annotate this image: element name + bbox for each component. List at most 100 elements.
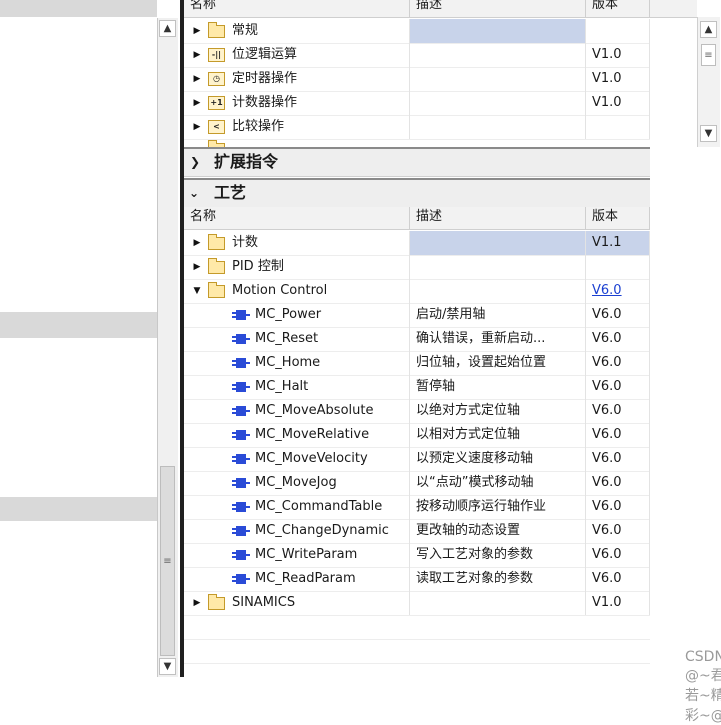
version-cell: V6.0 xyxy=(586,327,650,351)
description-cell xyxy=(410,231,586,255)
function-block-icon xyxy=(232,358,250,368)
tech-tree-row[interactable]: MC_Power 启动/禁用轴 V6.0 xyxy=(184,303,650,328)
tree-label: Motion Control xyxy=(232,283,328,298)
description-cell xyxy=(410,591,586,615)
expand-arrow-icon[interactable]: ▶ xyxy=(190,591,204,615)
column-header-name[interactable]: 名称 xyxy=(184,0,410,17)
tech-tree-row[interactable]: ▶ 计数 V1.1 xyxy=(184,231,650,256)
tree-label: MC_MoveJog xyxy=(255,475,337,490)
expand-arrow-icon[interactable]: ▶ xyxy=(190,231,204,255)
tree-label: 计数器操作 xyxy=(232,95,298,110)
function-block-icon xyxy=(232,478,250,488)
collapse-arrow-icon[interactable]: ▼ xyxy=(190,279,204,303)
version-text[interactable]: V6.0 xyxy=(592,283,622,298)
scroll-down-icon[interactable]: ▼ xyxy=(700,125,717,142)
tree-row-bit-logic[interactable]: ▶ -|| 位逻辑运算 V1.0 xyxy=(184,43,650,68)
tech-tree-row[interactable]: MC_MoveRelative 以相对方式定位轴 V6.0 xyxy=(184,423,650,448)
version-cell: V6.0 xyxy=(586,519,650,543)
folder-icon xyxy=(208,258,225,274)
description-cell: 以相对方式定位轴 xyxy=(410,423,586,447)
expand-arrow-icon[interactable]: ▶ xyxy=(190,19,204,43)
version-text: V6.0 xyxy=(592,307,622,322)
column-header-description[interactable]: 描述 xyxy=(410,0,586,17)
folder-icon xyxy=(208,594,225,610)
section-extended-instructions[interactable]: ❯ 扩展指令 xyxy=(184,147,650,177)
tech-tree-row[interactable]: ▶ SINAMICS V1.0 xyxy=(184,591,650,616)
description-cell xyxy=(410,91,586,115)
tree-row-compare[interactable]: ▶ < 比较操作 xyxy=(184,115,650,140)
tree-label: MC_ChangeDynamic xyxy=(255,523,389,538)
version-cell: V6.0 xyxy=(586,543,650,567)
tech-tree-row[interactable]: ▼ Motion Control V6.0 xyxy=(184,279,650,304)
version-text: V6.0 xyxy=(592,547,622,562)
description-cell xyxy=(410,115,586,139)
tree-row-timer[interactable]: ▶ ◷ 定时器操作 V1.0 xyxy=(184,67,650,92)
expand-arrow-icon[interactable]: ▶ xyxy=(190,43,204,67)
tech-tree-row[interactable]: MC_Halt 暂停轴 V6.0 xyxy=(184,375,650,400)
tech-tree-row[interactable]: MC_ChangeDynamic 更改轴的动态设置 V6.0 xyxy=(184,519,650,544)
column-header-description[interactable]: 描述 xyxy=(410,207,586,229)
tech-tree-row[interactable]: MC_Home 归位轴，设置起始位置 V6.0 xyxy=(184,351,650,376)
tree-label: MC_MoveVelocity xyxy=(255,451,368,466)
section-title: 扩展指令 xyxy=(214,152,279,171)
tree-row-counter[interactable]: ▶ +1 计数器操作 V1.0 xyxy=(184,91,650,116)
tree-label: MC_Power xyxy=(255,307,322,322)
version-cell: V1.0 xyxy=(586,67,650,91)
version-cell xyxy=(586,255,650,279)
version-cell: V1.0 xyxy=(586,43,650,67)
column-header-version[interactable]: 版本 xyxy=(586,207,650,229)
scroll-thumb[interactable]: ≡ xyxy=(160,466,175,656)
version-link[interactable]: V6.0 xyxy=(586,279,650,303)
version-cell: V6.0 xyxy=(586,423,650,447)
scroll-up-icon[interactable]: ▲ xyxy=(159,20,176,37)
tech-tree-row[interactable]: MC_MoveAbsolute 以绝对方式定位轴 V6.0 xyxy=(184,399,650,424)
version-cell xyxy=(586,115,650,139)
tech-tree-row[interactable]: MC_CommandTable 按移动顺序运行轴作业 V6.0 xyxy=(184,495,650,520)
tree-label: 定时器操作 xyxy=(232,71,298,86)
version-cell: V1.0 xyxy=(586,591,650,615)
description-cell: 确认错误，重新启动... xyxy=(410,327,586,351)
version-cell: V6.0 xyxy=(586,567,650,591)
folder-icon xyxy=(208,22,225,38)
tree-label: 位逻辑运算 xyxy=(232,47,298,62)
tech-tree-row[interactable]: MC_ReadParam 读取工艺对象的参数 V6.0 xyxy=(184,567,650,592)
section-technology[interactable]: ⌄ 工艺 xyxy=(184,178,650,208)
description-cell: 按移动顺序运行轴作业 xyxy=(410,495,586,519)
function-block-icon xyxy=(232,574,250,584)
description-cell xyxy=(410,279,586,303)
scroll-thumb[interactable]: ≡ xyxy=(701,44,716,66)
expanded-chevron-icon[interactable]: ⌄ xyxy=(189,180,199,206)
tree-label: 常规 xyxy=(232,23,259,38)
column-header-name[interactable]: 名称 xyxy=(184,207,410,229)
function-block-icon xyxy=(232,334,250,344)
tree-label: PID 控制 xyxy=(232,259,284,274)
version-cell: V6.0 xyxy=(586,351,650,375)
function-block-icon xyxy=(232,430,250,440)
instructions-panel: 名称 描述 版本 ▶ 常规 ▶ -|| 位逻辑运算 V1.0 ▶ ◷ 定时器操作… xyxy=(184,0,721,724)
expand-arrow-icon[interactable]: ▶ xyxy=(190,91,204,115)
scroll-down-icon[interactable]: ▼ xyxy=(159,658,176,675)
left-scrollbar[interactable]: ▲ ≡ ▼ xyxy=(157,18,178,677)
tech-tree-row[interactable]: MC_MoveVelocity 以预定义速度移动轴 V6.0 xyxy=(184,447,650,472)
function-block-icon xyxy=(232,550,250,560)
top-table-header: 名称 描述 版本 xyxy=(184,0,697,18)
top-table-scrollbar[interactable]: ▲ ≡ ▼ xyxy=(697,17,720,147)
left-separator-band xyxy=(0,312,157,338)
tech-tree-row[interactable]: MC_Reset 确认错误，重新启动... V6.0 xyxy=(184,327,650,352)
version-text: V6.0 xyxy=(592,523,622,538)
tech-tree-row[interactable]: MC_MoveJog 以“点动”模式移动轴 V6.0 xyxy=(184,471,650,496)
tech-tree-row[interactable]: ▶ PID 控制 xyxy=(184,255,650,280)
function-block-icon xyxy=(232,310,250,320)
expand-arrow-icon[interactable]: ▶ xyxy=(190,67,204,91)
tech-tree-row[interactable]: MC_WriteParam 写入工艺对象的参数 V6.0 xyxy=(184,543,650,568)
tree-label: SINAMICS xyxy=(232,595,296,610)
version-text: V6.0 xyxy=(592,427,622,442)
column-header-version[interactable]: 版本 xyxy=(586,0,650,17)
collapsed-chevron-icon[interactable]: ❯ xyxy=(190,149,200,175)
expand-arrow-icon[interactable]: ▶ xyxy=(190,255,204,279)
tree-row-general[interactable]: ▶ 常规 xyxy=(184,19,650,44)
expand-arrow-icon[interactable]: ▶ xyxy=(190,115,204,139)
scroll-up-icon[interactable]: ▲ xyxy=(700,21,717,38)
description-cell: 以预定义速度移动轴 xyxy=(410,447,586,471)
version-cell: V6.0 xyxy=(586,471,650,495)
